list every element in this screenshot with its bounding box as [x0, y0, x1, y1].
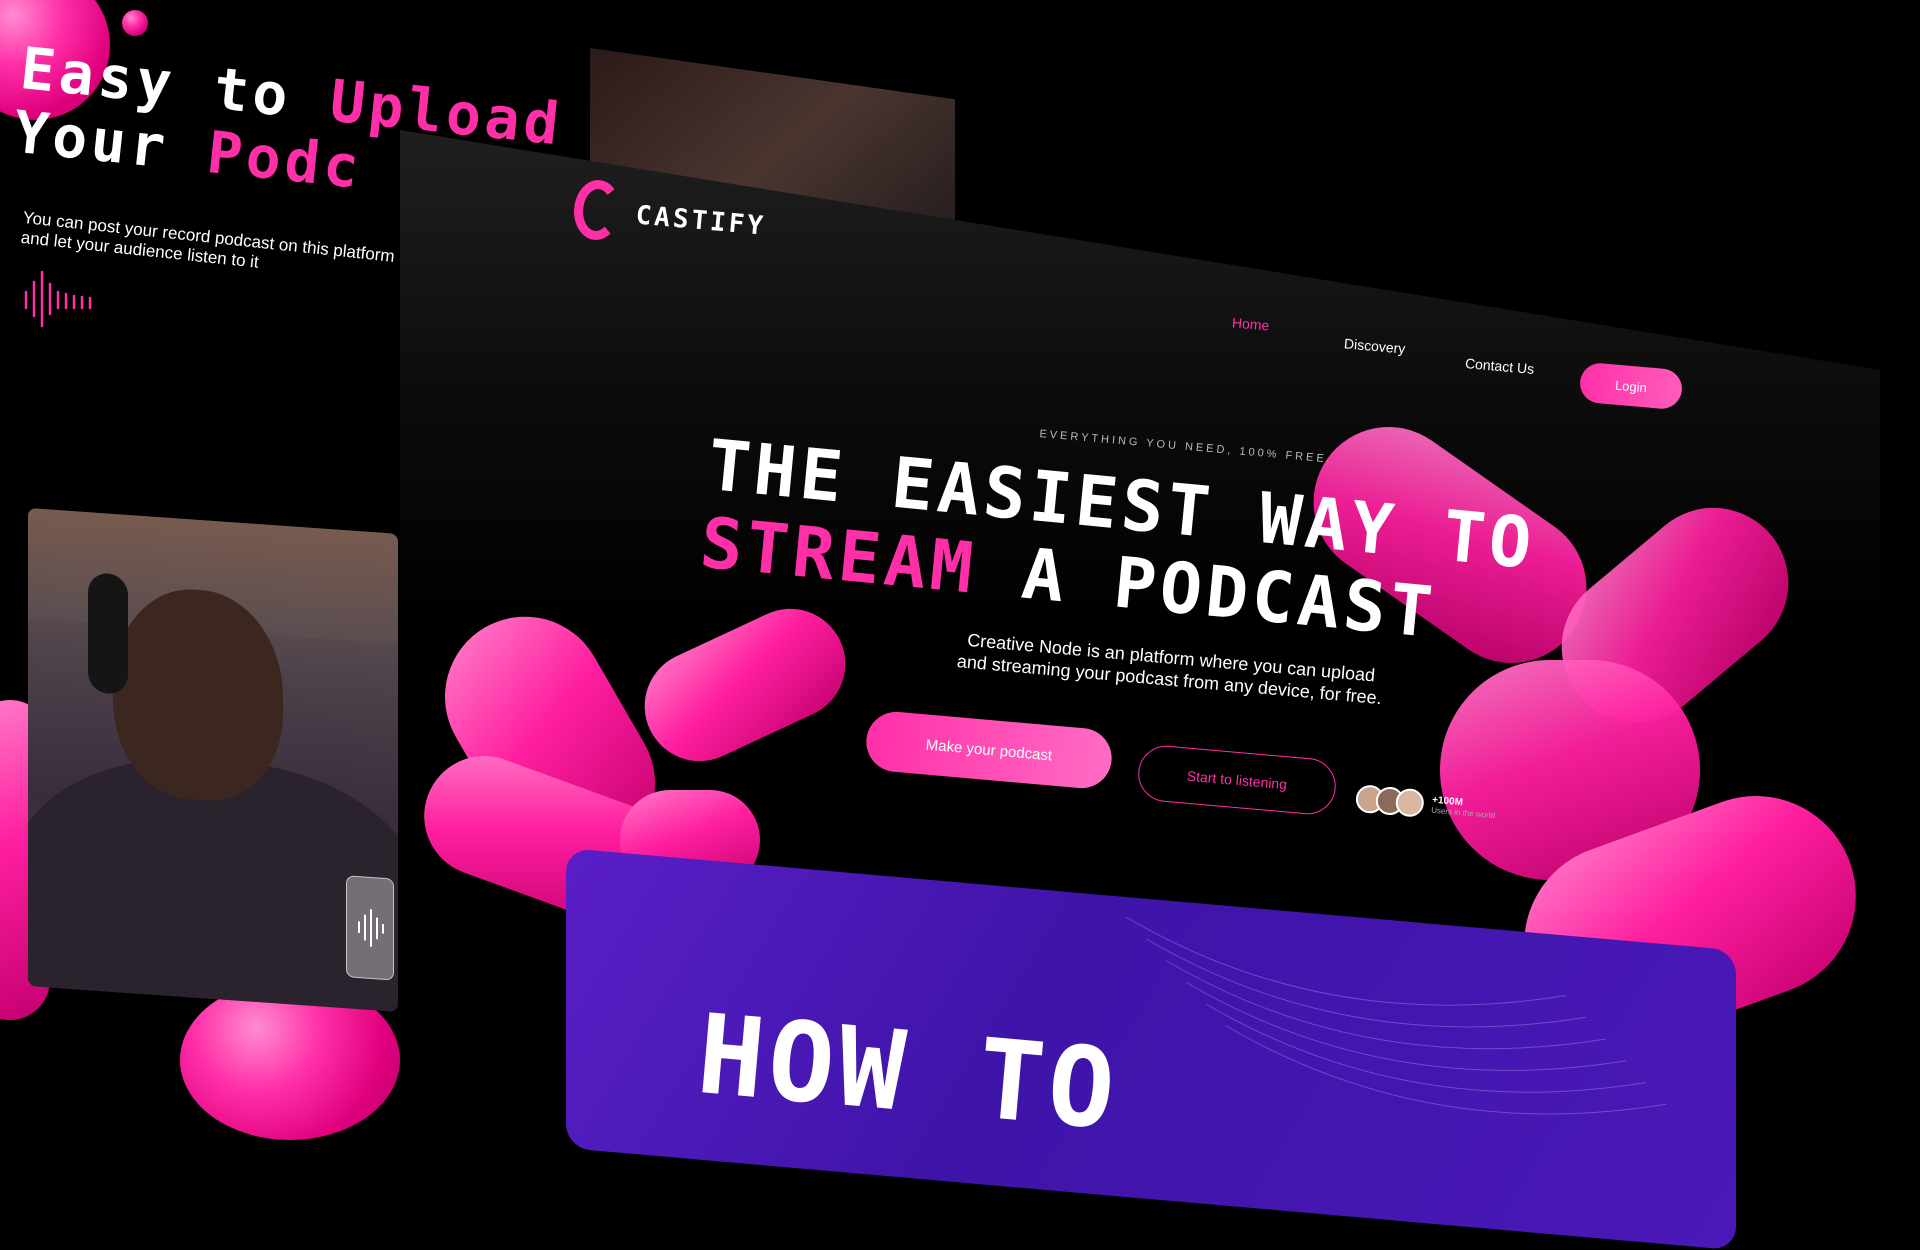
audio-badge — [346, 875, 394, 981]
sound-wave-icon — [24, 270, 92, 328]
upload-feature-panel: Easy to Upload Your Podc You can post yo… — [0, 0, 566, 1080]
listener-photo — [28, 508, 398, 1012]
avatar — [1394, 787, 1425, 818]
logo-text: CASTIFY — [634, 200, 768, 242]
headphones — [88, 572, 128, 695]
user-avatars — [1354, 784, 1425, 818]
logo-mark-icon — [571, 178, 632, 247]
nav-home[interactable]: Home — [1231, 314, 1270, 333]
feature-heading: Easy to Upload Your Podc — [10, 34, 567, 202]
sound-wave-icon — [358, 908, 384, 947]
